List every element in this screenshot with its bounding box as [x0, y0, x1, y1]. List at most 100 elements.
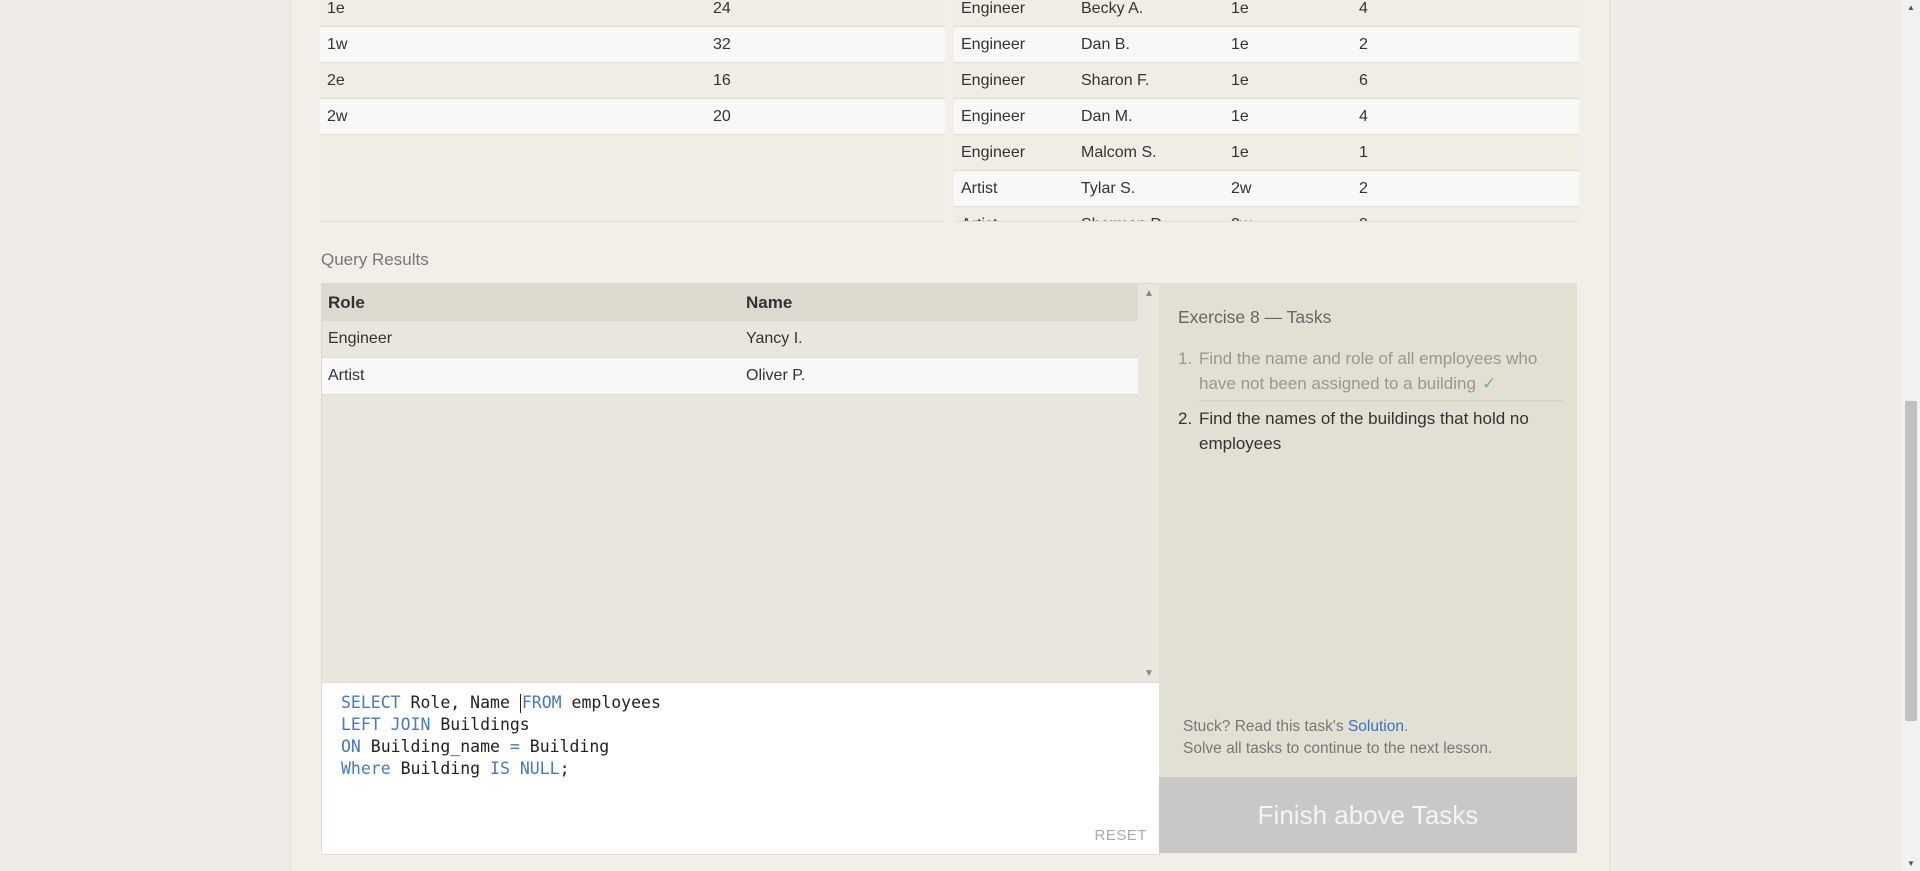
table-row: Engineer Sharon F. 1e 6: [954, 63, 1579, 99]
name-cell: Dan B.: [1081, 36, 1130, 53]
sql-text: Building_name: [360, 737, 510, 756]
table-row: Engineer Dan B. 1e 2: [954, 27, 1579, 63]
sql-keyword: Where: [341, 759, 391, 778]
building-cell: 1e: [1231, 144, 1249, 161]
scroll-down-arrow-icon[interactable]: ▼: [1144, 668, 1154, 679]
name-cell: Sharon F.: [1081, 72, 1150, 89]
role-cell: Engineer: [961, 0, 1026, 17]
table-row: Engineer Becky A. 1e 4: [954, 0, 1579, 27]
building-cell: 2w: [327, 108, 348, 125]
building-cell: 1e: [1231, 108, 1249, 125]
table-row: Engineer Dan M. 1e 4: [954, 99, 1579, 135]
table-row: 1e 24: [320, 0, 945, 27]
building-cell: 1e: [1231, 36, 1249, 53]
role-cell: Engineer: [961, 144, 1026, 161]
sql-text: employees: [561, 693, 661, 712]
sql-text: Building: [390, 759, 491, 778]
name-cell: Malcom S.: [1081, 144, 1157, 161]
years-cell: 8: [1359, 207, 1368, 221]
tasks-title: Exercise 8 — Tasks: [1178, 307, 1332, 327]
scroll-up-arrow-icon[interactable]: ▲: [1907, 3, 1915, 12]
years-cell: 2: [1359, 180, 1368, 197]
scroll-down-arrow-icon[interactable]: ▼: [1907, 859, 1915, 868]
name-cell: Oliver P.: [746, 367, 806, 384]
capacity-cell: 20: [713, 108, 731, 125]
code-line: LEFT JOIN Buildings: [341, 714, 530, 736]
stuck-prefix: Stuck? Read this task's: [1183, 718, 1348, 735]
name-cell: Dan M.: [1081, 108, 1133, 125]
code-line: ON Building_name = Building: [341, 736, 609, 758]
sql-keyword: FROM: [521, 693, 562, 712]
query-results-label: Query Results: [321, 250, 429, 269]
building-cell: 1e: [1231, 0, 1249, 17]
buildings-table: 1e 24 1w 32 2e 16 2w 20: [320, 0, 945, 222]
scroll-thumb[interactable]: [1905, 401, 1917, 721]
continue-text: Solve all tasks to continue to the next …: [1183, 740, 1493, 757]
task-number: 2.: [1178, 409, 1193, 428]
capacity-cell: 32: [713, 36, 731, 53]
role-cell: Engineer: [961, 36, 1026, 53]
years-cell: 1: [1359, 144, 1368, 161]
name-cell: Sherman D.: [1081, 207, 1166, 221]
table-row: Artist Oliver P.: [322, 358, 1138, 395]
sql-keyword: LEFT JOIN: [341, 715, 431, 734]
tasks-panel: Exercise 8 — Tasks 1. Find the name and …: [1159, 283, 1577, 777]
query-results-table[interactable]: Role Name Engineer Yancy I. Artist Olive…: [321, 283, 1161, 684]
years-cell: 4: [1359, 108, 1368, 125]
role-cell: Artist: [961, 207, 997, 221]
role-cell: Engineer: [961, 72, 1026, 89]
sql-text: Buildings: [430, 715, 530, 734]
table-row: Artist Tylar S. 2w 2: [954, 171, 1579, 207]
building-cell: 2w: [1231, 207, 1251, 221]
solution-link[interactable]: Solution: [1348, 718, 1404, 735]
role-cell: Engineer: [328, 330, 393, 347]
name-cell: Tylar S.: [1081, 180, 1136, 197]
years-cell: 6: [1359, 72, 1368, 89]
results-header: Role Name: [322, 284, 1138, 321]
column-header-role: Role: [328, 293, 365, 312]
sql-editor[interactable]: SELECT Role, Name FROM employees LEFT JO…: [321, 682, 1160, 855]
capacity-cell: 24: [713, 0, 731, 17]
role-cell: Artist: [961, 180, 998, 197]
code-line: Where Building IS NULL;: [341, 758, 570, 780]
help-text: Stuck? Read this task's Solution. Solve …: [1183, 716, 1492, 760]
years-cell: 4: [1359, 0, 1368, 17]
table-row: 2w 20: [320, 99, 945, 135]
name-cell: Becky A.: [1081, 0, 1144, 17]
reset-button[interactable]: RESET: [1094, 827, 1147, 844]
sql-keyword: IS NULL: [490, 759, 560, 778]
sql-text: Role, Name: [400, 693, 520, 712]
table-row: 1w 32: [320, 27, 945, 63]
building-cell: 1w: [327, 36, 348, 53]
name-cell: Yancy I.: [746, 330, 803, 347]
sql-keyword: SELECT: [341, 693, 401, 712]
stuck-suffix: .: [1403, 718, 1409, 735]
capacity-cell: 16: [713, 72, 731, 89]
scroll-up-arrow-icon[interactable]: ▲: [1144, 288, 1154, 299]
role-cell: Engineer: [961, 108, 1026, 125]
results-scrollbar[interactable]: ▲ ▼: [1140, 284, 1160, 683]
building-cell: 2w: [1231, 180, 1252, 197]
building-cell: 2e: [327, 72, 345, 89]
sql-text: Building: [519, 737, 610, 756]
sql-text: ;: [559, 759, 570, 778]
finish-tasks-button[interactable]: Finish above Tasks: [1159, 777, 1577, 853]
building-cell: 1e: [1231, 72, 1249, 89]
table-row: 2e 16: [320, 63, 945, 99]
task-description: Find the names of the buildings that hol…: [1199, 409, 1529, 453]
table-row: Engineer Malcom S. 1e 1: [954, 135, 1579, 171]
years-cell: 2: [1359, 36, 1368, 53]
role-cell: Artist: [328, 367, 365, 384]
table-row: Engineer Yancy I.: [322, 321, 1138, 358]
column-header-name: Name: [746, 293, 793, 312]
text-cursor: [519, 694, 521, 713]
sql-operator: =: [509, 737, 520, 756]
table-row: Artist Sherman D. 2w 8: [954, 207, 1579, 221]
task-text: Find the name and role of all employees …: [1199, 346, 1563, 396]
sql-keyword: ON: [341, 737, 361, 756]
building-cell: 1e: [327, 0, 345, 17]
task-number: 1.: [1178, 349, 1193, 368]
code-line: SELECT Role, Name FROM employees: [341, 692, 661, 714]
page-scrollbar[interactable]: ▲ ▼: [1902, 0, 1920, 871]
employees-table: Engineer Becky A. 1e 4 Engineer Dan B. 1…: [954, 0, 1579, 222]
